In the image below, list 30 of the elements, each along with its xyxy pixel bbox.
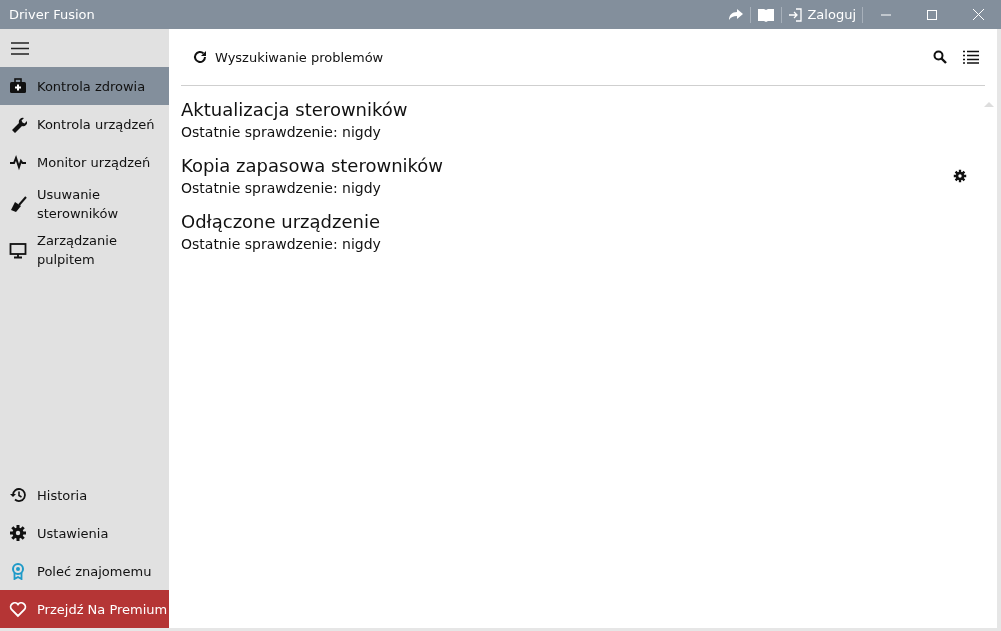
award-ribbon-icon [9,562,27,580]
check-title: Odłączone urządzenie [181,210,382,234]
sidebar-item[interactable]: Usuwanie sterowników [0,181,169,227]
search-icon[interactable] [931,48,949,66]
window-title: Driver Fusion [8,7,96,22]
login-icon [788,7,803,22]
check-title: Kopia zapasowa sterowników [181,154,445,178]
monitor-icon [9,241,27,259]
check-status: Ostatnie sprawdzenie: nigdy [181,179,382,198]
sidebar-item[interactable]: Kontrola urządzeń [0,105,169,143]
sidebar-item[interactable]: Kontrola zdrowia [0,67,169,105]
sidebar-item[interactable]: Poleć znajomemu [0,552,169,590]
list-icon[interactable] [961,48,981,66]
history-icon [9,486,27,504]
pulse-icon [9,153,27,171]
check-title: Aktualizacja sterowników [181,98,409,122]
sidebar-item[interactable]: Ustawienia [0,514,169,552]
heart-icon [9,600,27,618]
settings-icon[interactable] [951,167,969,185]
settings-icon [9,524,27,542]
sidebar-item[interactable]: Zarządzanie pulpitem [0,227,169,273]
check-status: Ostatnie sprawdzenie: nigdy [181,235,382,254]
brush-icon [9,195,27,213]
premium-button[interactable]: Przejdź Na Premium [0,590,169,628]
first-aid-kit-icon [9,77,27,95]
sidebar-item[interactable]: Historia [0,476,169,514]
scan-button[interactable]: Wyszukiwanie problemów [189,45,388,69]
refresh-icon [193,50,207,64]
check-status: Ostatnie sprawdzenie: nigdy [181,123,382,142]
sidebar-item[interactable]: Monitor urządzeń [0,143,169,181]
